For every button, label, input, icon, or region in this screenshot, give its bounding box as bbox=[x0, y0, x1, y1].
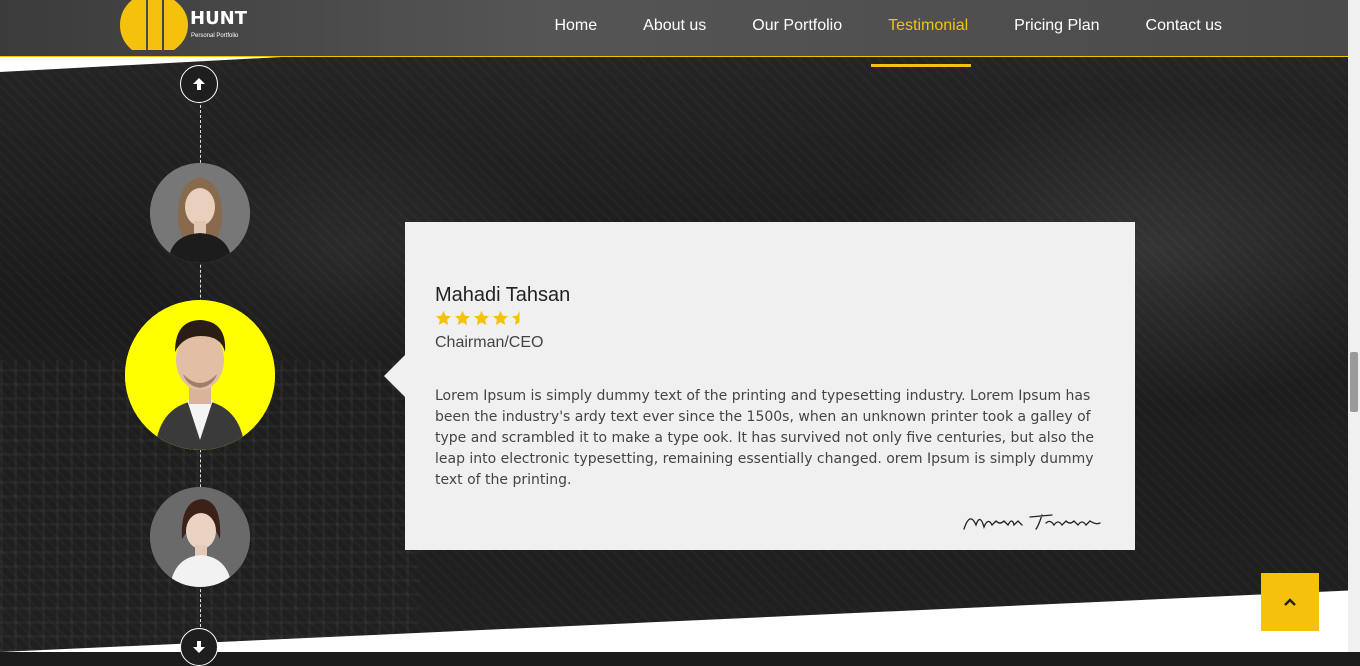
nav-pricing-plan[interactable]: Pricing Plan bbox=[1014, 0, 1099, 56]
brand-logo[interactable]: HUNT Personal Portfolio bbox=[120, 0, 247, 52]
star-half-icon bbox=[512, 310, 520, 326]
star-rating bbox=[435, 310, 528, 326]
signature-image bbox=[963, 514, 1101, 530]
back-to-top-button[interactable] bbox=[1261, 573, 1319, 631]
nav-testimonial[interactable]: Testimonial bbox=[888, 0, 968, 56]
nav-about-us[interactable]: About us bbox=[643, 0, 706, 56]
avatar-woman-long-hair[interactable] bbox=[150, 163, 250, 263]
chevron-up-icon bbox=[1284, 598, 1296, 606]
star-full-icon bbox=[493, 310, 508, 326]
top-slant-divider bbox=[0, 56, 300, 72]
avatar-woman-short-hair[interactable] bbox=[150, 487, 250, 587]
arrow-up-icon bbox=[193, 78, 205, 90]
card-pointer bbox=[384, 354, 406, 398]
testimonial-card: Mahadi Tahsan Chairman/CEO Lorem Ipsum i… bbox=[405, 222, 1135, 550]
nav-contact-us[interactable]: Contact us bbox=[1146, 0, 1222, 56]
star-full-icon bbox=[436, 310, 451, 326]
person-photo bbox=[150, 487, 250, 587]
main-nav: Home About us Our Portfolio Testimonial … bbox=[508, 0, 1222, 56]
page-scrollbar[interactable] bbox=[1348, 0, 1360, 652]
timeline-next-button[interactable] bbox=[180, 628, 218, 666]
star-full-icon bbox=[474, 310, 489, 326]
nav-home[interactable]: Home bbox=[554, 0, 597, 56]
person-photo bbox=[150, 163, 250, 263]
timeline-prev-button[interactable] bbox=[180, 65, 218, 103]
scrollbar-thumb[interactable] bbox=[1350, 352, 1358, 412]
active-nav-indicator bbox=[871, 64, 971, 67]
testimonial-name: Mahadi Tahsan bbox=[435, 284, 571, 306]
testimonial-role: Chairman/CEO bbox=[435, 334, 544, 351]
arrow-down-icon bbox=[193, 641, 205, 653]
person-photo bbox=[125, 300, 275, 450]
logo-tagline: Personal Portfolio bbox=[191, 33, 239, 39]
logo-h-icon bbox=[120, 0, 188, 50]
site-header: HUNT Personal Portfolio Home About us Ou… bbox=[0, 0, 1348, 57]
nav-our-portfolio[interactable]: Our Portfolio bbox=[752, 0, 842, 56]
testimonial-quote: Lorem Ipsum is simply dummy text of the … bbox=[435, 388, 1094, 488]
logo-wordmark: HUNT bbox=[190, 8, 248, 29]
star-full-icon bbox=[455, 310, 470, 326]
avatar-man-suit[interactable] bbox=[125, 300, 275, 450]
